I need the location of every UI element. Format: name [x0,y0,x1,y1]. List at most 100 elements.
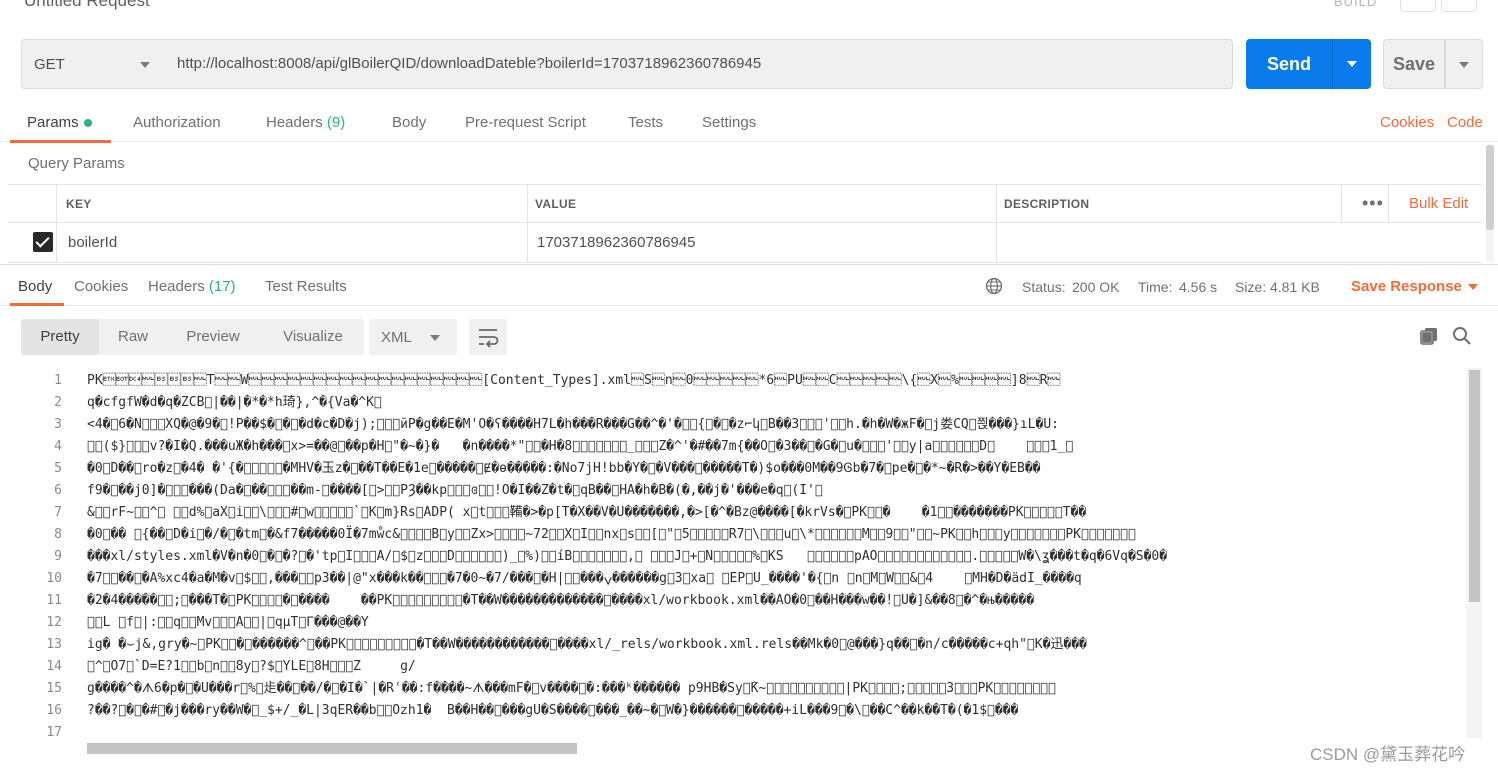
save-button[interactable]: Save [1383,39,1445,89]
view-preview-button[interactable]: Preview [172,319,254,355]
chevron-down-icon [140,62,150,68]
line-number: 6 [54,483,62,498]
cookies-link[interactable]: Cookies [1380,114,1434,131]
code-line[interactable]: 16 ?��? � �# �j���ry��W� _$+/_�L|3qER��b … [0,700,1482,722]
editor-horizontal-scrollbar[interactable] [87,743,577,754]
active-tab-indicator [10,140,111,143]
method-label: GET [34,56,65,73]
params-scrollbar-thumb[interactable] [1486,145,1494,230]
code-line[interactable]: 1 PK  T  W                  [Conten… [0,370,1482,392]
request-title-bar: Untitled Request BUILD [0,0,1498,22]
line-text:  ^ O7 `D=E?1  b n  8y ?$ YLE 8H   Z g/ [87,659,416,674]
size-label: Size: [1235,279,1267,295]
param-enabled-checkbox[interactable] [33,232,53,252]
line-text: PK  T  W                  [Content… [87,373,1061,388]
column-value: VALUE [535,197,577,211]
line-text:   L  f |:  q  Mv   A  | qμT Γ���@��Y [87,615,369,630]
line-number: 13 [46,637,62,652]
line-text: �7  �� �A%xc4�a�M�v $  ,���  p3��|@"x���… [87,571,1082,586]
line-number: 5 [54,461,62,476]
tab-response-headers[interactable]: Headers (17) [148,278,236,295]
tab-response-cookies[interactable]: Cookies [74,278,128,295]
copy-icon[interactable] [1419,326,1439,346]
line-number: 2 [54,395,62,410]
time-value[interactable]: 4.56 s [1179,279,1217,295]
edit-icon[interactable] [1400,0,1436,12]
code-line[interactable]: 9 ���xl/styles.xml�V�n�0 � �? �'tp I   A/… [0,546,1482,568]
code-link[interactable]: Code [1447,114,1483,131]
method-select[interactable]: GET [21,39,166,89]
editor-vertical-scrollbar[interactable] [1466,368,1482,738]
send-options-button[interactable] [1332,39,1371,89]
editor-scrollbar-thumb[interactable] [1469,370,1480,602]
send-button[interactable]: Send [1246,39,1332,89]
comment-icon[interactable] [1441,0,1477,12]
code-line[interactable]: 6 f9� ��j0]�   ���(Da� ��   ��m- ����[ > … [0,480,1482,502]
format-label: XML [381,329,412,346]
line-text:   ($}   v?�I�Q.���uЖ�h��� x>=��@ ��p�H "… [87,439,1074,454]
tab-tests[interactable]: Tests [628,114,663,131]
more-options-icon[interactable]: ••• [1362,193,1384,214]
active-response-tab-indicator [10,303,64,306]
build-label[interactable]: BUILD [1334,0,1377,9]
response-tabs: Body Cookies Headers (17) Test Results S… [0,264,1498,306]
query-params-header: KEY VALUE DESCRIPTION ••• Bulk Edit [8,185,1482,223]
url-input[interactable]: http://localhost:8008/api/glBoilerQID/do… [165,39,1233,89]
response-body-editor[interactable]: 1 PK  T  W                  [Conten… [0,370,1482,740]
save-response-button[interactable]: Save Response [1351,278,1462,295]
code-line[interactable]: 17 [0,722,1482,740]
code-line[interactable]: 2 q�cfgfW�d�q�ZCB |��|�*�*h琦},^�{Va�^K  [0,392,1482,414]
code-line[interactable]: 4   ($}   v?�I�Q.���uЖ�h��� x>=��@ ��p�H … [0,436,1482,458]
watermark: CSDN @黛玉葬花吟 [1310,745,1466,764]
code-line[interactable]: 10 �7  �� �A%xc4�a�M�v $  ,���  p3��|@"x�… [0,568,1482,590]
request-title[interactable]: Untitled Request [24,0,150,11]
tab-response-headers-count: (17) [208,278,236,295]
view-visualize-button[interactable]: Visualize [266,319,360,355]
code-line[interactable]: 15 g����^�ᗑ6�p� �U���r % 歨�� ��/� �I�`|�R… [0,678,1482,700]
line-text: f9� ��j0]�   ���(Da� ��   ��m- ����[ >  … [87,483,823,498]
params-scrollbar[interactable] [1486,145,1494,262]
code-line[interactable]: 12   L  f |:  q  Mv   A  | qμT Γ���@��Y [0,612,1482,634]
line-number: 3 [54,417,62,432]
line-number: 11 [46,593,62,608]
code-line[interactable]: 11 �2�4�����  ; ���T� PK    � ���� ��PK  … [0,590,1482,612]
search-icon[interactable] [1452,326,1472,346]
request-tabs: Params Authorization Headers (9) Body Pr… [0,104,1498,143]
line-number: 15 [46,681,62,696]
status-value[interactable]: 200 OK [1072,279,1119,295]
tab-headers[interactable]: Headers (9) [266,114,345,131]
tab-response-headers-label: Headers [148,278,205,295]
format-select[interactable]: XML [369,319,457,355]
code-line[interactable]: 8 �0 ��  {�� D�i �/� �tm �&f7�����0Ï�7mẘc… [0,524,1482,546]
param-key[interactable]: boilerId [68,234,117,251]
code-line[interactable]: 5 �0 D�� ro�z �4� �'{�     �MHV�玉z� ��T��… [0,458,1482,480]
tab-params-label: Params [27,114,79,131]
column-description: DESCRIPTION [1004,197,1090,211]
tab-authorization[interactable]: Authorization [133,114,221,131]
code-line[interactable]: 7 &  rF~  ^    d% aX i  \   # w     ` K m… [0,502,1482,524]
line-number: 14 [46,659,62,674]
tab-body[interactable]: Body [392,114,426,131]
wrap-lines-button[interactable] [469,319,507,355]
view-pretty-button[interactable]: Pretty [21,319,99,355]
tab-params[interactable]: Params [27,114,92,131]
chevron-down-icon[interactable] [1468,284,1478,290]
code-line[interactable]: 13 ig� �⌣j&,gry�~ PK  � ������^ ��PK     … [0,634,1482,656]
tab-settings[interactable]: Settings [702,114,756,131]
time-label: Time: [1138,279,1173,295]
view-raw-button[interactable]: Raw [106,319,160,355]
tab-response-body[interactable]: Body [18,278,52,295]
code-line[interactable]: 3 <4� 6�N   XQ�@�9� !P��$� � �d�c�D�j);  … [0,414,1482,436]
tab-headers-count: (9) [326,114,346,131]
save-options-button[interactable] [1445,39,1483,89]
param-value[interactable]: 1703718962360786945 [537,234,696,251]
globe-icon[interactable] [985,277,1003,295]
wrap-lines-icon [479,329,499,348]
table-row[interactable]: boilerId 1703718962360786945 [8,223,1482,263]
size-value[interactable]: 4.81 KB [1270,279,1320,295]
code-line[interactable]: 14  ^ O7 `D=E?1  b n  8y ?$ YLE 8H   Z g/ [0,656,1482,678]
bulk-edit-link[interactable]: Bulk Edit [1409,195,1468,212]
line-text: g����^�ᗑ6�p� �U���r % 歨�� ��/� �I�`|�Rʿ�… [87,681,1056,696]
tab-pre-request-script[interactable]: Pre-request Script [465,114,586,131]
tab-test-results[interactable]: Test Results [265,278,347,295]
